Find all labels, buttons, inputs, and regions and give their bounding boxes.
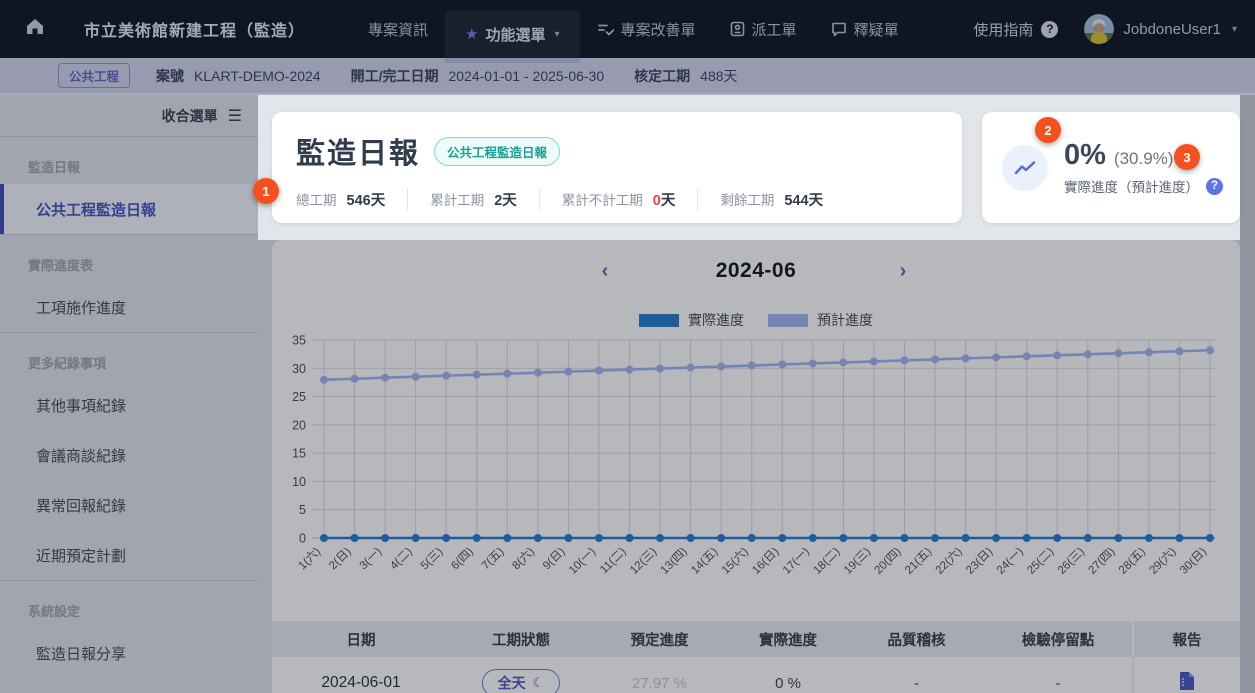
stat-accumulated-duration: 累計工期 2天 (430, 192, 517, 209)
tour-step-badge-3: 3 (1174, 144, 1200, 170)
page-title: 監造日報 (296, 138, 421, 170)
progress-caption: 實際進度（預計進度） (1064, 180, 1199, 195)
tour-step-badge-2: 2 (1035, 117, 1061, 143)
planned-progress-value: (30.9%) (1113, 149, 1174, 168)
stat-total-duration: 總工期 546天 (296, 192, 386, 209)
duration-stats: 總工期 546天 累計工期 2天 累計不計工期 0天 剩餘工期 544天 (296, 188, 938, 210)
stat-non-counted-duration: 累計不計工期 0天 (561, 192, 676, 209)
trend-icon (1002, 144, 1048, 191)
progress-summary-card: 0% (30.9%) 實際進度（預計進度） ? (982, 112, 1240, 223)
actual-progress-value: 0% (1064, 139, 1106, 171)
stat-remaining-duration: 剩餘工期 544天 (720, 192, 824, 209)
daily-report-card: 監造日報 公共工程監造日報 總工期 546天 累計工期 2天 累計不計工期 0天… (272, 112, 962, 223)
report-type-badge: 公共工程監造日報 (434, 136, 561, 166)
tour-step-badge-1: 1 (253, 178, 279, 204)
help-icon[interactable]: ? (1206, 177, 1223, 195)
summary-cards-row: 監造日報 公共工程監造日報 總工期 546天 累計工期 2天 累計不計工期 0天… (258, 95, 1240, 240)
